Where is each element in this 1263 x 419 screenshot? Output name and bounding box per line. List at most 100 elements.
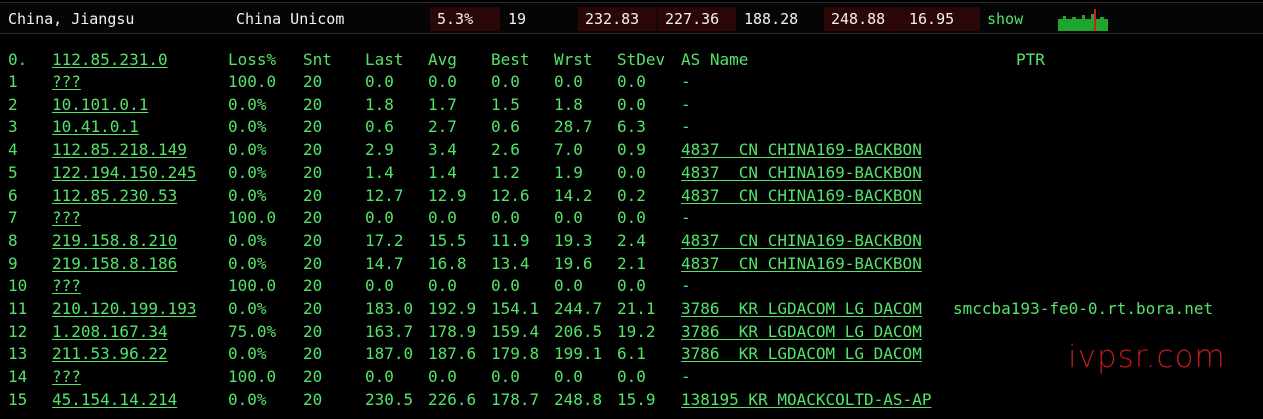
hop-best: 154.1 [491,299,540,318]
hop-avg: 3.4 [428,140,457,160]
hop-last: 163.7 [365,321,414,341]
hop-last: 1.4 [365,162,394,182]
hop-avg: 1.4 [428,162,457,182]
hop-snt: 20 [303,389,323,409]
hop-ptr: smccba193-fe0-0.rt.bora.net [953,299,1214,318]
hop-as-name[interactable]: 3786 KR LGDACOM LG DACOM [681,298,922,320]
header-wrst: Wrst [554,50,593,69]
hop-avg: 192.9 [428,299,477,318]
hop-avg: 15.5 [428,230,467,250]
hop-last: 187.0 [365,344,414,364]
hop-host[interactable]: 112.85.230.53 [52,185,177,207]
hop-host[interactable]: 219.158.8.210 [52,230,177,252]
header-loss: Loss% [228,50,277,69]
hop-host[interactable]: ??? [52,207,81,229]
hop-avg: 187.6 [428,344,477,364]
hop-host[interactable]: ??? [52,366,81,388]
hop-host[interactable]: 10.101.0.1 [52,94,148,116]
hop-last: 2.9 [365,140,394,160]
header-target-host[interactable]: 112.85.231.0 [52,49,168,71]
hop-host[interactable]: 219.158.8.186 [52,253,177,275]
hop-wrst: 7.0 [554,140,583,160]
hop-as-name[interactable]: 3786 KR LGDACOM LG DACOM [681,321,922,343]
watermark-text: ivpsr.com [1068,339,1226,375]
hop-loss: 0.0% [228,94,267,114]
hop-best: 0.0 [491,72,520,91]
hop-best: 1.5 [491,94,520,114]
hop-host[interactable]: 210.120.199.193 [52,298,197,320]
hop-wrst: 244.7 [554,299,603,318]
hop-stdev: 0.0 [617,367,646,387]
hop-best: 2.6 [491,140,520,160]
hop-last: 183.0 [365,299,414,318]
summary-location: China, Jiangsu [8,10,135,28]
hop-host[interactable]: 211.53.96.22 [52,343,168,365]
hop-snt: 20 [303,321,323,341]
hop-as-name[interactable]: 138195 KR MOACKCOLTD-AS-AP [681,389,931,411]
hop-host[interactable]: 45.154.14.214 [52,389,177,411]
hop-snt: 20 [303,253,323,273]
header-as-name: AS Name [681,50,749,69]
hop-last: 0.0 [365,72,394,91]
hop-loss: 100.0 [228,72,277,91]
hop-index: 9 [8,253,18,273]
hop-index: 12 [8,321,28,341]
hop-avg: 2.7 [428,117,457,137]
header-index: 0. [8,50,28,69]
hop-as-name[interactable]: 3786 KR LGDACOM LG DACOM [681,343,922,365]
hop-index: 5 [8,162,18,182]
hop-snt: 20 [303,140,323,160]
hop-best: 12.6 [491,185,530,205]
hop-best: 178.7 [491,389,540,409]
hop-host[interactable]: 1.208.167.34 [52,321,168,343]
show-link[interactable]: show [987,7,1023,31]
hop-as-name[interactable]: 4837 CN CHINA169-BACKBON [681,230,922,252]
hop-snt: 20 [303,162,323,182]
hop-host[interactable]: 10.41.0.1 [52,116,139,138]
hop-avg: 0.0 [428,72,457,91]
hop-as-name[interactable]: 4837 CN CHINA169-BACKBON [681,185,922,207]
hop-index: 13 [8,344,28,364]
hop-stdev: 0.0 [617,276,646,296]
hop-host[interactable]: ??? [52,71,81,93]
hop-as-name[interactable]: 4837 CN CHINA169-BACKBON [681,253,922,275]
hop-index: 6 [8,185,18,205]
hop-best: 13.4 [491,253,530,273]
summary-value-1: 232.83 [578,7,657,31]
hop-snt: 20 [303,94,323,114]
hop-loss: 0.0% [228,162,267,182]
header-best: Best [491,50,530,69]
hop-loss: 75.0% [228,321,277,341]
hop-as-name[interactable]: 4837 CN CHINA169-BACKBON [681,162,922,184]
summary-isp: China Unicom [236,10,345,28]
hop-wrst: 14.2 [554,185,593,205]
hop-host[interactable]: 122.194.150.245 [52,162,197,184]
hop-best: 0.0 [491,276,520,296]
hop-stdev: 6.3 [617,117,646,137]
hop-snt: 20 [303,117,323,137]
hop-wrst: 199.1 [554,344,603,364]
hop-as-name[interactable]: 4837 CN CHINA169-BACKBON [681,139,922,161]
hop-snt: 20 [303,185,323,205]
summary-count: 19 [508,10,527,28]
hop-best: 159.4 [491,321,540,341]
hop-host[interactable]: ??? [52,275,81,297]
hop-loss: 0.0% [228,140,267,160]
hop-host[interactable]: 112.85.218.149 [52,139,187,161]
hop-stdev: 0.0 [617,94,646,114]
hop-loss: 0.0% [228,344,267,364]
hop-last: 14.7 [365,253,404,273]
hop-best: 1.2 [491,162,520,182]
hop-wrst: 248.8 [554,389,603,409]
hop-best: 0.0 [491,208,520,228]
hop-index: 14 [8,367,28,387]
hop-avg: 16.8 [428,253,467,273]
hop-wrst: 19.6 [554,253,593,273]
hop-index: 2 [8,94,18,114]
hop-loss: 100.0 [228,367,277,387]
hop-as-name: - [681,94,691,114]
summary-loss: 5.3% [430,7,500,31]
hop-index: 8 [8,230,18,250]
header-snt: Snt [303,50,332,69]
hop-snt: 20 [303,208,323,228]
